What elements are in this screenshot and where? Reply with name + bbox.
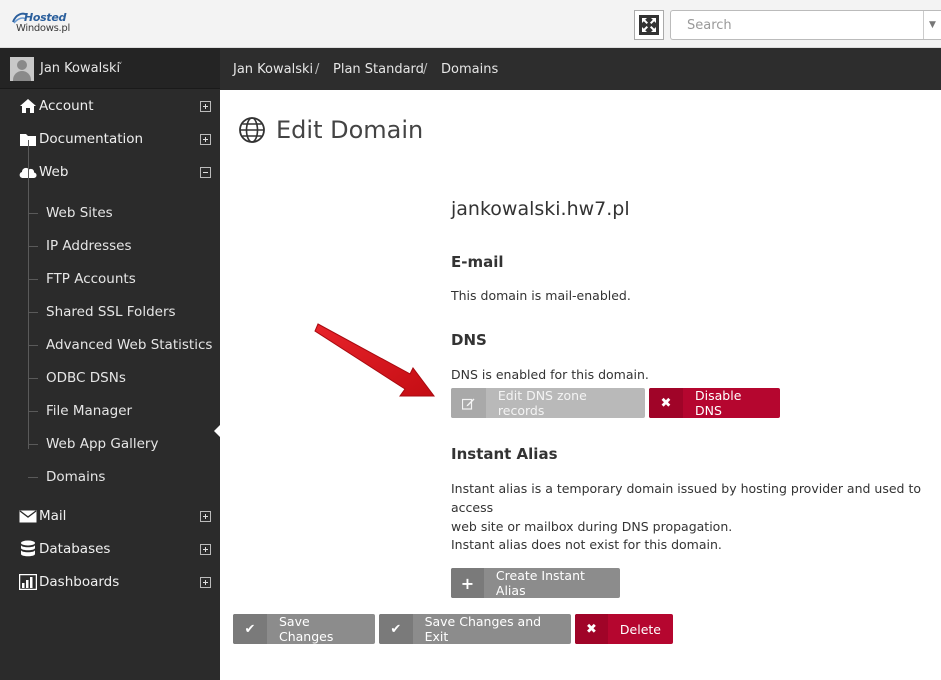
sidebar-subitem-domains[interactable]: Domains — [46, 469, 105, 485]
sidebar-subitem-shared-ssl-folders[interactable]: Shared SSL Folders — [46, 304, 176, 320]
breadcrumb-separator: / — [423, 62, 428, 77]
red-annotation-arrow-icon — [314, 323, 435, 397]
checkmark-icon: ✔ — [379, 614, 413, 644]
sidebar-subitem-web-sites[interactable]: Web Sites — [46, 205, 113, 221]
active-item-indicator — [214, 424, 221, 438]
expand-plus-icon[interactable] — [200, 134, 211, 145]
button-label: Create Instant Alias — [495, 568, 585, 598]
breadcrumb-item-user[interactable]: Jan Kowalski — [233, 62, 313, 77]
instant-alias-description: Instant alias is a temporary domain issu… — [451, 479, 941, 536]
home-icon — [18, 97, 38, 115]
sidebar-item-mail[interactable]: Mail — [0, 500, 220, 533]
page-title: Edit Domain — [276, 116, 424, 144]
search-dropdown-caret-icon[interactable]: ▼ — [923, 11, 941, 39]
logo-text-windows: Windows.pl — [16, 23, 70, 34]
dns-status-text: DNS is enabled for this domain. — [451, 367, 649, 382]
user-name: Jan Kowalski — [40, 61, 121, 76]
sidebar-item-databases[interactable]: Databases — [0, 533, 220, 566]
expand-plus-icon[interactable] — [200, 577, 211, 588]
sidebar-item-label: Web — [39, 164, 69, 180]
sidebar-subitem-ftp-accounts[interactable]: FTP Accounts — [46, 271, 136, 287]
button-label: Edit DNS zone records — [497, 388, 587, 418]
avatar — [10, 57, 34, 81]
database-icon — [18, 540, 38, 558]
breadcrumb-item-plan[interactable]: Plan Standard — [333, 62, 424, 77]
save-changes-and-exit-button[interactable]: ✔ Save Changes and Exit — [379, 614, 571, 644]
collapse-minus-icon[interactable] — [200, 167, 211, 178]
sidebar-item-dashboards[interactable]: Dashboards — [0, 566, 220, 599]
dns-heading: DNS — [451, 331, 487, 349]
sidebar-item-account[interactable]: Account — [0, 90, 220, 123]
edit-dns-zone-records-button[interactable]: Edit DNS zone records — [451, 388, 645, 418]
sidebar-subitem-advanced-web-statistics[interactable]: Advanced Web Statistics — [46, 337, 212, 353]
top-bar: Hosted Windows.pl ▼ — [0, 0, 941, 48]
search-box: ▼ — [670, 10, 941, 40]
instant-alias-description-line2: web site or mailbox during DNS propagati… — [451, 519, 733, 534]
sidebar-subitem-odbc-dsns[interactable]: ODBC DSNs — [46, 370, 126, 386]
sidebar-item-label: Mail — [39, 508, 67, 524]
globe-icon — [239, 117, 265, 143]
email-heading: E-mail — [451, 253, 504, 271]
chevron-down-icon: ˅ — [118, 62, 123, 72]
sidebar-subitem-file-manager[interactable]: File Manager — [46, 403, 132, 419]
save-changes-button[interactable]: ✔ Save Changes — [233, 614, 375, 644]
search-input[interactable] — [671, 11, 911, 39]
sidebar-item-label: Dashboards — [39, 574, 120, 590]
sidebar-item-web[interactable]: Web — [0, 156, 220, 189]
expand-arrows-icon — [639, 15, 659, 35]
button-label: Save Changes — [278, 614, 334, 644]
domain-name: jankowalski.hw7.pl — [451, 198, 630, 220]
breadcrumb-item-domains[interactable]: Domains — [441, 62, 498, 77]
fullscreen-toggle-button[interactable] — [634, 10, 664, 40]
breadcrumb: Jan Kowalski / Plan Standard / Domains — [220, 48, 941, 90]
sidebar-item-label: Account — [39, 98, 94, 114]
instant-alias-status-text: Instant alias does not exist for this do… — [451, 537, 722, 552]
button-label: Save Changes and Exit — [424, 614, 542, 644]
button-label: Disable DNS — [695, 388, 742, 418]
delete-button[interactable]: ✖ Delete — [575, 614, 673, 644]
expand-plus-icon[interactable] — [200, 101, 211, 112]
instant-alias-heading: Instant Alias — [451, 445, 558, 463]
edit-icon — [451, 388, 486, 418]
sidebar-item-documentation[interactable]: Documentation — [0, 123, 220, 156]
expand-plus-icon[interactable] — [200, 511, 211, 522]
user-menu[interactable]: Jan Kowalski ˅ — [0, 48, 220, 89]
submenu-tree-line — [28, 140, 29, 449]
breadcrumb-separator: / — [315, 62, 320, 77]
create-instant-alias-button[interactable]: + Create Instant Alias — [451, 568, 620, 598]
disable-dns-button[interactable]: ✖ Disable DNS — [649, 388, 780, 418]
plus-icon: + — [451, 568, 484, 598]
expand-plus-icon[interactable] — [200, 544, 211, 555]
sidebar-item-label: Documentation — [39, 131, 144, 147]
hostedwindows-logo[interactable]: Hosted Windows.pl — [12, 10, 78, 36]
sidebar-subitem-web-app-gallery[interactable]: Web App Gallery — [46, 436, 158, 452]
bar-chart-icon — [18, 573, 38, 591]
close-icon: ✖ — [649, 388, 684, 418]
sidebar-subitem-ip-addresses[interactable]: IP Addresses — [46, 238, 132, 254]
sidebar-item-label: Databases — [39, 541, 111, 557]
close-icon: ✖ — [575, 614, 608, 644]
email-status-text: This domain is mail-enabled. — [451, 288, 631, 303]
button-label: Delete — [619, 621, 661, 637]
instant-alias-description-line1: Instant alias is a temporary domain issu… — [451, 481, 922, 515]
checkmark-icon: ✔ — [233, 614, 267, 644]
envelope-icon — [18, 507, 38, 525]
